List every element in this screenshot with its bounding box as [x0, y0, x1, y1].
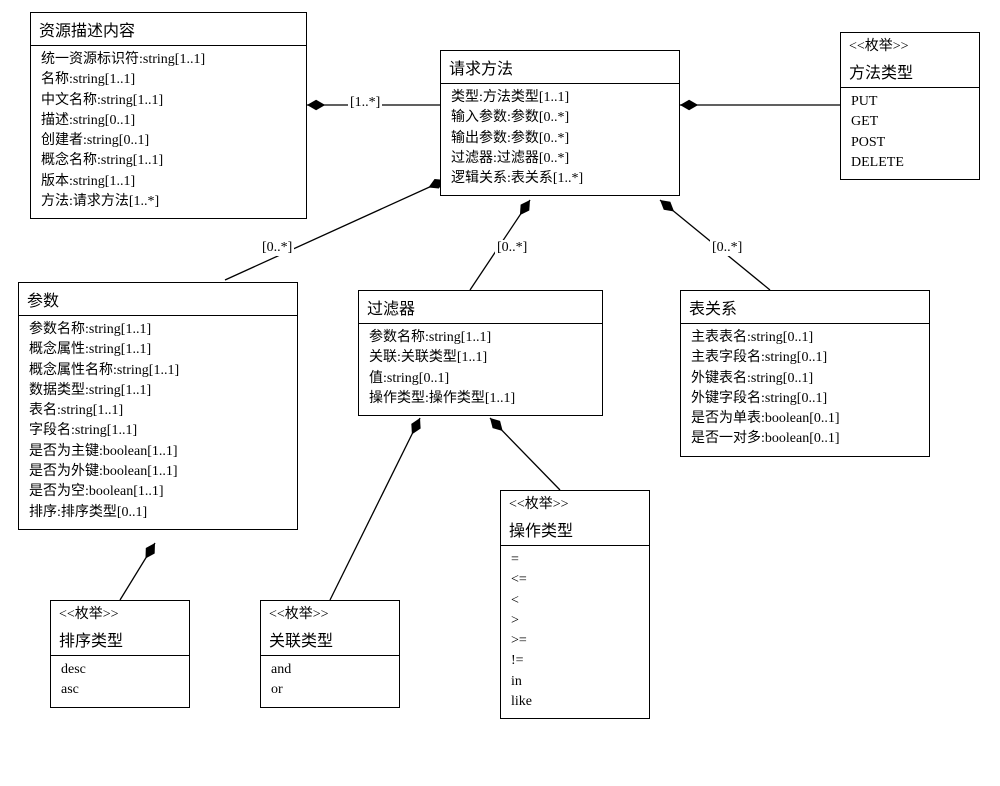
- enum-value: =: [511, 550, 641, 570]
- class-title: 资源描述内容: [31, 13, 306, 46]
- enum-value: and: [271, 660, 391, 680]
- stereotype: <<枚举>>: [261, 601, 399, 623]
- enum-value: <: [511, 591, 641, 611]
- attr: 版本:string[1..1]: [41, 172, 298, 192]
- enum-value: asc: [61, 680, 181, 700]
- attr: 主表字段名:string[0..1]: [691, 348, 921, 368]
- class-operation-enum: <<枚举>> 操作类型 = <= < > >= != in like: [500, 490, 650, 719]
- class-title: 过滤器: [359, 291, 602, 324]
- class-title: 关联类型: [261, 623, 399, 656]
- attr: 名称:string[1..1]: [41, 70, 298, 90]
- enum-value: GET: [851, 112, 971, 132]
- enum-value: PUT: [851, 92, 971, 112]
- class-title: 方法类型: [841, 55, 979, 88]
- class-body: PUT GET POST DELETE: [841, 88, 979, 179]
- attr: 关联:关联类型[1..1]: [369, 348, 594, 368]
- attr: 中文名称:string[1..1]: [41, 91, 298, 111]
- class-title: 操作类型: [501, 513, 649, 546]
- multiplicity-label: [1..*]: [348, 95, 382, 111]
- class-param: 参数 参数名称:string[1..1] 概念属性:string[1..1] 概…: [18, 282, 298, 530]
- attr: 值:string[0..1]: [369, 369, 594, 389]
- attr: 排序:排序类型[0..1]: [29, 503, 289, 523]
- attr: 参数名称:string[1..1]: [369, 328, 594, 348]
- attr: 输入参数:参数[0..*]: [451, 108, 671, 128]
- attr: 概念属性名称:string[1..1]: [29, 361, 289, 381]
- attr: 方法:请求方法[1..*]: [41, 192, 298, 212]
- class-request: 请求方法 类型:方法类型[1..1] 输入参数:参数[0..*] 输出参数:参数…: [440, 50, 680, 196]
- class-sort-enum: <<枚举>> 排序类型 desc asc: [50, 600, 190, 708]
- class-body: = <= < > >= != in like: [501, 546, 649, 718]
- class-resource: 资源描述内容 统一资源标识符:string[1..1] 名称:string[1.…: [30, 12, 307, 219]
- multiplicity-label: [0..*]: [495, 240, 529, 256]
- attr: 统一资源标识符:string[1..1]: [41, 50, 298, 70]
- attr: 操作类型:操作类型[1..1]: [369, 389, 594, 409]
- attr: 类型:方法类型[1..1]: [451, 88, 671, 108]
- attr: 外键字段名:string[0..1]: [691, 389, 921, 409]
- class-body: 统一资源标识符:string[1..1] 名称:string[1..1] 中文名…: [31, 46, 306, 218]
- attr: 字段名:string[1..1]: [29, 421, 289, 441]
- attr: 参数名称:string[1..1]: [29, 320, 289, 340]
- attr: 是否一对多:boolean[0..1]: [691, 429, 921, 449]
- class-title: 表关系: [681, 291, 929, 324]
- attr: 外键表名:string[0..1]: [691, 369, 921, 389]
- stereotype: <<枚举>>: [501, 491, 649, 513]
- attr: 过滤器:过滤器[0..*]: [451, 149, 671, 169]
- class-relation-enum: <<枚举>> 关联类型 and or: [260, 600, 400, 708]
- class-body: 参数名称:string[1..1] 关联:关联类型[1..1] 值:string…: [359, 324, 602, 415]
- attr: 是否为空:boolean[1..1]: [29, 482, 289, 502]
- enum-value: in: [511, 672, 641, 692]
- class-filter: 过滤器 参数名称:string[1..1] 关联:关联类型[1..1] 值:st…: [358, 290, 603, 416]
- attr: 表名:string[1..1]: [29, 401, 289, 421]
- attr: 概念名称:string[1..1]: [41, 151, 298, 171]
- class-body: desc asc: [51, 656, 189, 707]
- enum-value: >: [511, 611, 641, 631]
- stereotype: <<枚举>>: [51, 601, 189, 623]
- enum-value: desc: [61, 660, 181, 680]
- enum-value: or: [271, 680, 391, 700]
- class-body: 主表表名:string[0..1] 主表字段名:string[0..1] 外键表…: [681, 324, 929, 456]
- class-body: 类型:方法类型[1..1] 输入参数:参数[0..*] 输出参数:参数[0..*…: [441, 84, 679, 195]
- attr: 是否为单表:boolean[0..1]: [691, 409, 921, 429]
- enum-value: POST: [851, 133, 971, 153]
- attr: 描述:string[0..1]: [41, 111, 298, 131]
- class-method-enum: <<枚举>> 方法类型 PUT GET POST DELETE: [840, 32, 980, 180]
- attr: 创建者:string[0..1]: [41, 131, 298, 151]
- attr: 主表表名:string[0..1]: [691, 328, 921, 348]
- stereotype: <<枚举>>: [841, 33, 979, 55]
- class-table-relation: 表关系 主表表名:string[0..1] 主表字段名:string[0..1]…: [680, 290, 930, 457]
- enum-value: like: [511, 692, 641, 712]
- class-body: 参数名称:string[1..1] 概念属性:string[1..1] 概念属性…: [19, 316, 297, 529]
- attr: 逻辑关系:表关系[1..*]: [451, 169, 671, 189]
- class-title: 参数: [19, 283, 297, 316]
- class-body: and or: [261, 656, 399, 707]
- class-title: 排序类型: [51, 623, 189, 656]
- enum-value: <=: [511, 570, 641, 590]
- uml-diagram: 资源描述内容 统一资源标识符:string[1..1] 名称:string[1.…: [0, 0, 1000, 786]
- enum-value: !=: [511, 651, 641, 671]
- attr: 概念属性:string[1..1]: [29, 340, 289, 360]
- attr: 是否为外键:boolean[1..1]: [29, 462, 289, 482]
- multiplicity-label: [0..*]: [710, 240, 744, 256]
- attr: 是否为主键:boolean[1..1]: [29, 442, 289, 462]
- attr: 数据类型:string[1..1]: [29, 381, 289, 401]
- enum-value: >=: [511, 631, 641, 651]
- multiplicity-label: [0..*]: [260, 240, 294, 256]
- enum-value: DELETE: [851, 153, 971, 173]
- class-title: 请求方法: [441, 51, 679, 84]
- attr: 输出参数:参数[0..*]: [451, 129, 671, 149]
